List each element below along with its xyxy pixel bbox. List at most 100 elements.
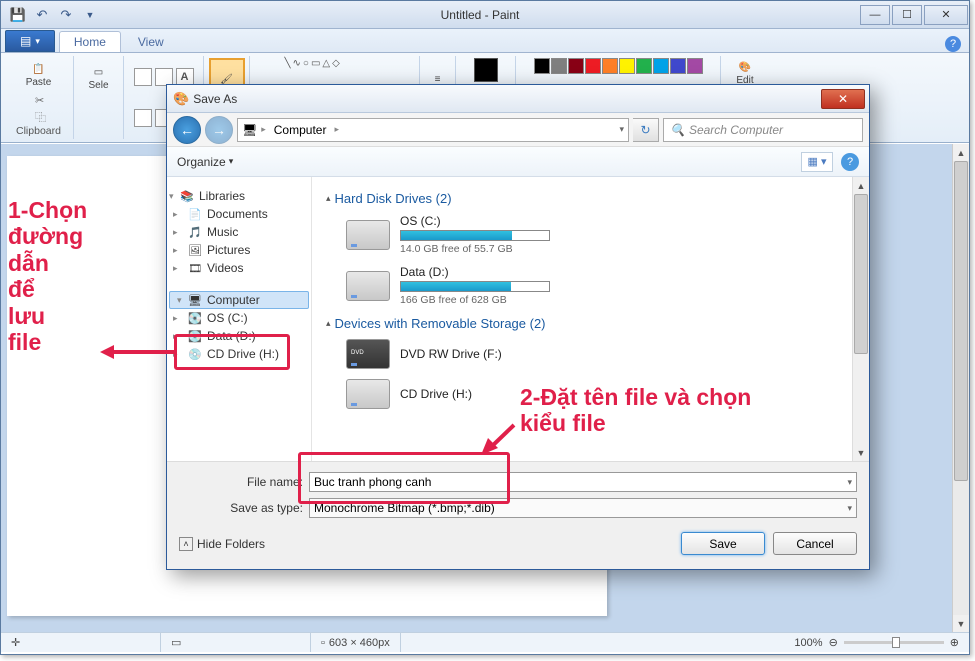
help-icon[interactable]: ?	[945, 36, 961, 52]
content-pane: ▴Hard Disk Drives (2) OS (C:) 14.0 GB fr…	[312, 177, 869, 461]
ribbon-tabbar: ▤▾ Home View ?	[1, 29, 969, 53]
view-options-button[interactable]: ▦ ▾	[801, 152, 833, 172]
nav-documents[interactable]: ▸📄Documents	[169, 205, 309, 223]
nav-back-button[interactable]: ←	[173, 116, 201, 144]
dialog-title: Save As	[193, 92, 237, 106]
nav-computer[interactable]: ▾🖥Computer	[169, 291, 309, 309]
address-bar[interactable]: 🖥 ▸ Computer ▸ ▾	[237, 118, 629, 142]
color-swatch[interactable]	[619, 58, 635, 74]
tool-pencil[interactable]	[134, 68, 152, 86]
shape-line[interactable]: ╲	[285, 58, 291, 69]
shape-curve[interactable]: ∿	[293, 58, 301, 69]
color-swatch[interactable]	[534, 58, 550, 74]
breadcrumb-computer[interactable]: Computer	[270, 123, 331, 137]
tool-eraser[interactable]	[134, 109, 152, 127]
drive-d-name: Data (D:)	[400, 265, 550, 279]
dvd-icon: DVD	[346, 339, 390, 369]
tab-home[interactable]: Home	[59, 31, 121, 52]
filetype-label: Save as type:	[179, 501, 309, 515]
tab-view[interactable]: View	[123, 31, 179, 52]
drive-dvd[interactable]: DVD DVD RW Drive (F:)	[346, 339, 857, 369]
shape-poly[interactable]: ◇	[332, 58, 340, 69]
dialog-close-button[interactable]: ✕	[821, 89, 865, 109]
statusbar: ✛ ▭ ▫ 603 × 460px 100% ⊖ ⊕	[1, 632, 969, 652]
maximize-button[interactable]: ☐	[892, 5, 922, 25]
scroll-thumb[interactable]	[854, 194, 868, 354]
nav-pictures[interactable]: ▸🖼Pictures	[169, 241, 309, 259]
drive-c-name: OS (C:)	[400, 214, 550, 228]
qat-dropdown-icon[interactable]: ▼	[79, 4, 101, 26]
zoom-in-button[interactable]: ⊕	[950, 636, 959, 649]
refresh-button[interactable]: ↻	[633, 118, 659, 142]
color-swatch[interactable]	[602, 58, 618, 74]
save-icon[interactable]: 💾	[7, 4, 29, 26]
drive-d-free: 166 GB free of 628 GB	[400, 294, 550, 306]
drive-icon	[346, 220, 390, 250]
filename-input[interactable]: Buc tranh phong canh▾	[309, 472, 857, 492]
status-size: ▫ 603 × 460px	[311, 633, 401, 652]
color-swatch[interactable]	[653, 58, 669, 74]
drive-cd[interactable]: CD Drive (H:)	[346, 379, 857, 409]
cd-icon	[346, 379, 390, 409]
hide-folders-button[interactable]: ˄Hide Folders	[179, 537, 265, 551]
color1[interactable]	[474, 58, 498, 82]
undo-icon[interactable]: ↶	[31, 4, 53, 26]
search-placeholder: Search Computer	[689, 123, 783, 137]
nav-music[interactable]: ▸🎵Music	[169, 223, 309, 241]
scroll-up-icon[interactable]: ▲	[953, 144, 969, 161]
drive-c-free: 14.0 GB free of 55.7 GB	[400, 243, 550, 255]
nav-libraries[interactable]: ▾📚Libraries	[169, 187, 309, 205]
nav-videos[interactable]: ▸🎞Videos	[169, 259, 309, 277]
status-sel: ▭	[161, 633, 311, 652]
content-scrollbar[interactable]: ▲ ▼	[852, 177, 869, 461]
nav-drive-c[interactable]: ▸💽OS (C:)	[169, 309, 309, 327]
section-removable: ▴Devices with Removable Storage (2)	[326, 316, 857, 331]
save-button[interactable]: Save	[681, 532, 765, 555]
shape-rect[interactable]: ▭	[311, 58, 320, 69]
window-title: Untitled - Paint	[101, 8, 859, 22]
color-swatch[interactable]	[687, 58, 703, 74]
scroll-down-icon[interactable]: ▼	[853, 444, 869, 461]
save-as-dialog: 🎨 Save As ✕ ← → 🖥 ▸ Computer ▸ ▾ ↻ 🔍 Sea…	[166, 84, 870, 570]
drive-icon	[346, 271, 390, 301]
vertical-scrollbar[interactable]: ▲ ▼	[952, 144, 969, 632]
drive-cd-name: CD Drive (H:)	[400, 387, 472, 401]
shape-tri[interactable]: △	[322, 58, 330, 69]
organize-menu[interactable]: Organize ▾	[177, 155, 233, 169]
filetype-select[interactable]: Monochrome Bitmap (*.bmp;*.dib)▾	[309, 498, 857, 518]
scroll-thumb[interactable]	[954, 161, 968, 481]
close-button[interactable]: ✕	[924, 5, 968, 25]
scroll-up-icon[interactable]: ▲	[853, 177, 869, 194]
color-swatch[interactable]	[568, 58, 584, 74]
navigation-pane: ▾📚Libraries ▸📄Documents ▸🎵Music ▸🖼Pictur…	[167, 177, 312, 461]
cancel-button[interactable]: Cancel	[773, 532, 857, 555]
nav-drive-d[interactable]: ▸💽Data (D:)	[169, 327, 309, 345]
redo-icon[interactable]: ↷	[55, 4, 77, 26]
paint-titlebar: 💾 ↶ ↷ ▼ Untitled - Paint — ☐ ✕	[1, 1, 969, 29]
color-swatch[interactable]	[636, 58, 652, 74]
scroll-down-icon[interactable]: ▼	[953, 615, 969, 632]
cut-icon[interactable]: ✂	[35, 94, 46, 107]
shape-oval[interactable]: ○	[303, 58, 309, 69]
zoom-value: 100%	[794, 637, 822, 649]
zoom-out-button[interactable]: ⊖	[829, 636, 838, 649]
drive-c[interactable]: OS (C:) 14.0 GB free of 55.7 GB	[346, 214, 857, 255]
color-swatch[interactable]	[585, 58, 601, 74]
search-input[interactable]: 🔍 Search Computer	[663, 118, 863, 142]
group-clipboard: Clipboard	[16, 125, 61, 137]
file-menu-button[interactable]: ▤▾	[5, 30, 55, 52]
minimize-button[interactable]: —	[860, 5, 890, 25]
filename-label: File name:	[179, 475, 309, 489]
paint-icon: 🎨	[173, 91, 189, 107]
paste-button[interactable]: 📋Paste	[21, 58, 57, 94]
zoom-slider[interactable]	[844, 641, 944, 644]
color-swatch[interactable]	[670, 58, 686, 74]
color-swatch[interactable]	[551, 58, 567, 74]
drive-d[interactable]: Data (D:) 166 GB free of 628 GB	[346, 265, 857, 306]
nav-forward-button[interactable]: →	[205, 116, 233, 144]
section-hdd: ▴Hard Disk Drives (2)	[326, 191, 857, 206]
dialog-help-icon[interactable]: ?	[841, 153, 859, 171]
copy-icon[interactable]: ⿻	[35, 109, 46, 125]
nav-drive-h[interactable]: ▸💿CD Drive (H:)	[169, 345, 309, 363]
select-button[interactable]: ▭Sele	[81, 58, 117, 100]
